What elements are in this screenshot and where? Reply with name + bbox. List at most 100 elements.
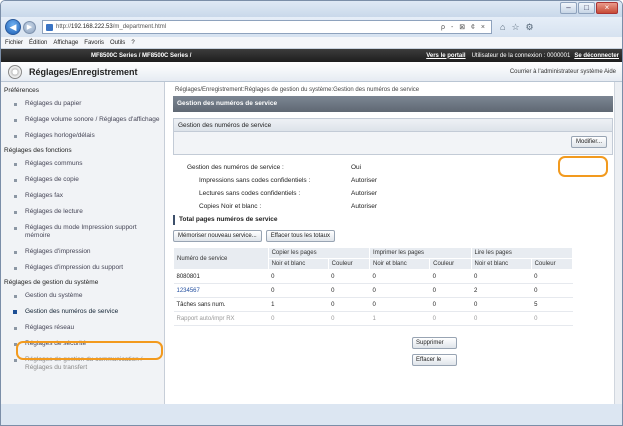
sidebar-item-communication[interactable]: Réglages de gestion du communication / R… bbox=[1, 352, 164, 376]
sidebar-item-security[interactable]: Réglages de sécurité bbox=[1, 336, 164, 352]
col-group-scan: Lire les pages bbox=[470, 247, 573, 259]
info-row: Impressions sans codes confidentiels : Au… bbox=[187, 174, 622, 187]
portal-link[interactable]: Vers le portail bbox=[426, 53, 465, 59]
panel-title: Gestion des numéros de service bbox=[174, 119, 612, 132]
sidebar-item-scan[interactable]: Réglages de lecture bbox=[1, 204, 164, 220]
page-title: Gestion des numéros de service bbox=[173, 96, 613, 112]
menu-tools[interactable]: Outils bbox=[110, 40, 125, 46]
device-header: MF8500C Series / MF8500C Series / Vers l… bbox=[1, 49, 622, 62]
sidebar-item-network[interactable]: Réglages réseau bbox=[1, 320, 164, 336]
info-value: Autoriser bbox=[351, 177, 378, 184]
maximize-button[interactable]: □ bbox=[578, 2, 595, 14]
count-cell: 0 bbox=[471, 297, 532, 312]
browser-window: – □ × ◀ ▶ http:// 192.168.222.53 /m_depa… bbox=[0, 0, 623, 426]
count-cell: 0 bbox=[268, 311, 329, 326]
title-bar: – □ × bbox=[1, 1, 622, 17]
sidebar-item-clock[interactable]: Réglages horloge/délais bbox=[1, 128, 164, 144]
info-label: Impressions sans codes confidentiels : bbox=[199, 177, 311, 184]
minimize-button[interactable]: – bbox=[560, 2, 577, 14]
favorites-star-icon[interactable]: ☆ bbox=[511, 22, 519, 33]
scrollbar[interactable] bbox=[614, 82, 622, 404]
table-row: 8080801 0 0 0 0 0 0 bbox=[173, 269, 573, 284]
sidebar-item-print[interactable]: Réglages d'impression bbox=[1, 244, 164, 260]
tools-gear-icon[interactable]: ⚙ bbox=[526, 22, 534, 33]
menu-file[interactable]: Fichier bbox=[5, 40, 23, 46]
modify-button[interactable]: Modifier... bbox=[570, 136, 607, 148]
count-cell: 0 bbox=[268, 283, 329, 298]
col-group-copy: Copier les pages bbox=[267, 247, 371, 259]
info-value: Autoriser bbox=[351, 203, 378, 210]
menu-view[interactable]: Affichage bbox=[53, 40, 78, 46]
col-sub: Couleur bbox=[327, 258, 371, 270]
logout-link[interactable]: Se déconnecter bbox=[574, 53, 619, 59]
sidebar-item-volume[interactable]: Réglage volume sonore / Réglages d'affic… bbox=[1, 112, 164, 128]
service-cell: 8080801 bbox=[173, 269, 269, 284]
count-cell: 5 bbox=[531, 297, 573, 312]
back-button[interactable]: ◀ bbox=[5, 19, 21, 35]
menu-edit[interactable]: Édition bbox=[29, 40, 47, 46]
settings-summary: Gestion des numéros de service : Oui Impr… bbox=[173, 155, 622, 213]
count-cell: 0 bbox=[471, 311, 532, 326]
service-cell: Tâches sans num. bbox=[173, 297, 269, 312]
home-icon[interactable]: ⌂ bbox=[500, 22, 505, 33]
service-link[interactable]: 1234567 bbox=[173, 283, 269, 298]
app-header: Réglages/Enregistrement Courrier à l'adm… bbox=[1, 62, 622, 82]
col-sub: Noir et blanc bbox=[267, 258, 329, 270]
info-label: Gestion des numéros de service : bbox=[187, 164, 284, 171]
url-prefix: http:// bbox=[56, 24, 72, 30]
service-cell: Rapport auto/impr RX bbox=[173, 311, 269, 326]
info-row: Copies Noir et blanc : Autoriser bbox=[187, 200, 622, 213]
clear-all-totals-button[interactable]: Effacer tous les totaux bbox=[265, 230, 335, 242]
delete-button[interactable]: Supprimer bbox=[412, 337, 457, 349]
device-name: MF8500C Series / MF8500C Series / bbox=[91, 52, 192, 59]
sidebar-item-memory-print[interactable]: Réglages du mode Impression support mémo… bbox=[1, 220, 164, 244]
info-label: Copies Noir et blanc : bbox=[199, 203, 262, 210]
clear-row-button[interactable]: Effacer le bbox=[412, 354, 457, 366]
count-cell: 1 bbox=[268, 297, 329, 312]
address-tools[interactable]: ρ - ⊠ ¢ × bbox=[441, 23, 491, 31]
menu-favorites[interactable]: Favoris bbox=[84, 40, 104, 46]
count-cell: 0 bbox=[268, 269, 329, 284]
count-cell: 0 bbox=[531, 311, 573, 326]
sidebar-item-department-id[interactable]: Gestion des numéros de service bbox=[1, 304, 164, 320]
col-sub: Noir et blanc bbox=[470, 258, 532, 270]
info-row: Lectures sans codes confidentiels : Autor… bbox=[187, 187, 622, 200]
col-group-print: Imprimer les pages bbox=[369, 247, 472, 259]
count-cell: 0 bbox=[429, 311, 471, 326]
sidebar-section-functions: Réglages des fonctions bbox=[4, 147, 72, 154]
sidebar-item-media-print[interactable]: Réglages d'impression du support bbox=[1, 260, 164, 276]
table-row: Tâches sans num. 1 0 0 0 0 5 bbox=[173, 297, 573, 312]
url-host: 192.168.222.53 bbox=[71, 24, 113, 30]
count-cell: 0 bbox=[328, 283, 370, 298]
header-links[interactable]: Courrier à l'administrateur système Aide bbox=[510, 69, 616, 75]
settings-panel: Gestion des numéros de service Modifier.… bbox=[173, 118, 613, 155]
sidebar-item-copy[interactable]: Réglages de copie bbox=[1, 172, 164, 188]
sidebar-section-preferences: Préférences bbox=[4, 87, 40, 94]
sidebar-item-system[interactable]: Gestion du système bbox=[1, 288, 164, 304]
address-bar[interactable]: http:// 192.168.222.53 /m_department.htm… bbox=[42, 20, 492, 34]
count-cell: 0 bbox=[429, 269, 471, 284]
sidebar-item-paper[interactable]: Réglages du papier bbox=[1, 96, 164, 112]
info-row: Gestion des numéros de service : Oui bbox=[187, 161, 622, 174]
main-content: Réglages/Enregistrement:Réglages de gest… bbox=[165, 82, 622, 404]
forward-button[interactable]: ▶ bbox=[23, 20, 36, 34]
count-cell: 0 bbox=[531, 269, 573, 284]
col-service: Numéro de service bbox=[173, 247, 269, 270]
memorize-service-button[interactable]: Mémoriser nouveau service... bbox=[173, 230, 262, 242]
total-section-title: Total pages numéros de service bbox=[173, 215, 613, 225]
breadcrumb: Réglages/Enregistrement:Réglages de gest… bbox=[175, 87, 420, 93]
sidebar: Préférences Réglages du papier Réglage v… bbox=[1, 82, 165, 404]
sidebar-item-common[interactable]: Réglages communs bbox=[1, 156, 164, 172]
info-label: Lectures sans codes confidentiels : bbox=[199, 190, 301, 197]
count-cell: 0 bbox=[328, 269, 370, 284]
page-heading: Réglages/Enregistrement bbox=[29, 66, 138, 77]
menu-help[interactable]: ? bbox=[131, 40, 134, 46]
menu-bar: Fichier Édition Affichage Favoris Outils… bbox=[1, 37, 622, 49]
count-cell: 0 bbox=[328, 297, 370, 312]
sidebar-section-system: Réglages de gestion du système bbox=[4, 279, 99, 286]
page-icon bbox=[46, 23, 53, 31]
close-button[interactable]: × bbox=[596, 2, 618, 14]
sidebar-item-fax[interactable]: Réglages fax bbox=[1, 188, 164, 204]
department-table: Numéro de service Copier les pages Impri… bbox=[173, 247, 574, 326]
count-cell: 0 bbox=[531, 283, 573, 298]
